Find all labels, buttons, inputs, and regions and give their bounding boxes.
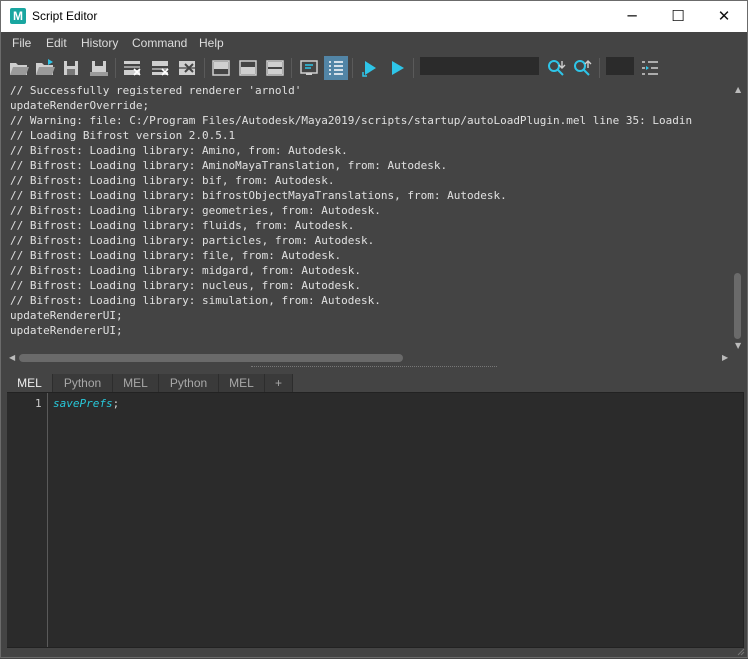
clear-input-icon[interactable] (148, 56, 172, 80)
history-line: // Bifrost: Loading library: nucleus, fr… (10, 279, 361, 292)
scroll-down-arrow-icon[interactable]: ▼ (735, 341, 741, 350)
goto-line-icon[interactable] (638, 56, 662, 80)
script-input-editor[interactable] (7, 392, 744, 648)
toolbar-separator (413, 58, 414, 78)
window-title: Script Editor (32, 9, 98, 23)
code-token: savePrefs (53, 397, 113, 410)
history-line: // Bifrost: Loading library: particles, … (10, 234, 375, 247)
toolbar (1, 54, 747, 82)
history-line: // Bifrost: Loading library: AminoMayaTr… (10, 159, 448, 172)
show-input-only-icon[interactable] (236, 56, 260, 80)
save-script-icon[interactable] (59, 56, 83, 80)
resize-grip-icon[interactable] (735, 645, 745, 656)
add-tab-button[interactable]: + (265, 374, 293, 393)
goto-line-input[interactable] (606, 57, 634, 75)
scroll-up-arrow-icon[interactable]: ▲ (735, 85, 741, 94)
minimize-button[interactable]: ─ (609, 1, 655, 32)
show-both-icon[interactable] (263, 56, 287, 80)
history-line: // Bifrost: Loading library: bifrostObje… (10, 189, 507, 202)
script-editor-window: M Script Editor ─ ☐ ✕ File Edit History … (0, 0, 748, 658)
title-bar[interactable]: M Script Editor ─ ☐ ✕ (1, 1, 747, 32)
menu-help[interactable]: Help (199, 36, 224, 50)
toolbar-separator (204, 58, 205, 78)
open-script-icon[interactable] (7, 56, 31, 80)
tab-mel-1[interactable]: MEL (7, 374, 53, 393)
execute-icon[interactable] (385, 56, 409, 80)
search-up-icon[interactable] (570, 56, 594, 80)
search-input[interactable] (420, 57, 539, 75)
toolbar-separator (115, 58, 116, 78)
scroll-left-arrow-icon[interactable]: ◀ (9, 353, 15, 362)
history-horizontal-scroll-thumb[interactable] (19, 354, 403, 362)
code-terminator: ; (112, 397, 120, 410)
history-line: // Bifrost: Loading library: file, from:… (10, 249, 342, 262)
execute-all-icon[interactable] (358, 56, 382, 80)
show-line-numbers-icon[interactable] (324, 56, 348, 80)
pane-splitter-handle[interactable] (251, 366, 497, 369)
line-number-gutter (7, 393, 48, 647)
tab-python-2[interactable]: Python (159, 374, 219, 393)
menu-edit[interactable]: Edit (46, 36, 67, 50)
source-script-icon[interactable] (33, 56, 57, 80)
echo-all-commands-icon[interactable] (297, 56, 321, 80)
history-line: // Bifrost: Loading library: midgard, fr… (10, 264, 361, 277)
close-button[interactable]: ✕ (701, 1, 747, 32)
history-line: // Bifrost: Loading library: bif, from: … (10, 174, 335, 187)
history-line: // Successfully registered renderer 'arn… (10, 84, 302, 97)
history-pane[interactable]: // Successfully registered renderer 'arn… (7, 83, 736, 351)
toolbar-separator (599, 58, 600, 78)
menu-command[interactable]: Command (132, 36, 187, 50)
script-tabs: MEL Python MEL Python MEL + (7, 374, 744, 393)
search-down-icon[interactable] (544, 56, 568, 80)
history-vertical-scroll-thumb[interactable] (734, 273, 741, 339)
toolbar-separator (291, 58, 292, 78)
tab-mel-2[interactable]: MEL (113, 374, 159, 393)
history-line: updateRendererUI; (10, 309, 123, 322)
maximize-button[interactable]: ☐ (655, 1, 701, 32)
line-number: 1 (35, 397, 42, 410)
toolbar-separator (352, 58, 353, 78)
history-line: // Warning: file: C:/Program Files/Autod… (10, 114, 693, 127)
show-history-only-icon[interactable] (209, 56, 233, 80)
scroll-right-arrow-icon[interactable]: ▶ (722, 353, 728, 362)
code-line[interactable]: savePrefs; (53, 397, 119, 410)
menu-history[interactable]: History (81, 36, 118, 50)
tab-python-1[interactable]: Python (53, 374, 113, 393)
history-line: // Bifrost: Loading library: geometries,… (10, 204, 381, 217)
save-script-to-shelf-icon[interactable] (87, 56, 111, 80)
menu-file[interactable]: File (12, 36, 31, 50)
menu-bar: File Edit History Command Help (1, 32, 747, 54)
clear-history-icon[interactable] (120, 56, 144, 80)
history-line: // Bifrost: Loading library: Amino, from… (10, 144, 348, 157)
clear-all-icon[interactable] (175, 56, 199, 80)
history-line: // Bifrost: Loading library: simulation,… (10, 294, 381, 307)
history-line: // Loading Bifrost version 2.0.5.1 (10, 129, 236, 142)
maya-logo-icon: M (10, 8, 26, 24)
tab-mel-3[interactable]: MEL (219, 374, 265, 393)
history-line: updateRendererUI; (10, 324, 123, 337)
history-line: // Bifrost: Loading library: fluids, fro… (10, 219, 355, 232)
history-line: updateRenderOverride; (10, 99, 150, 112)
